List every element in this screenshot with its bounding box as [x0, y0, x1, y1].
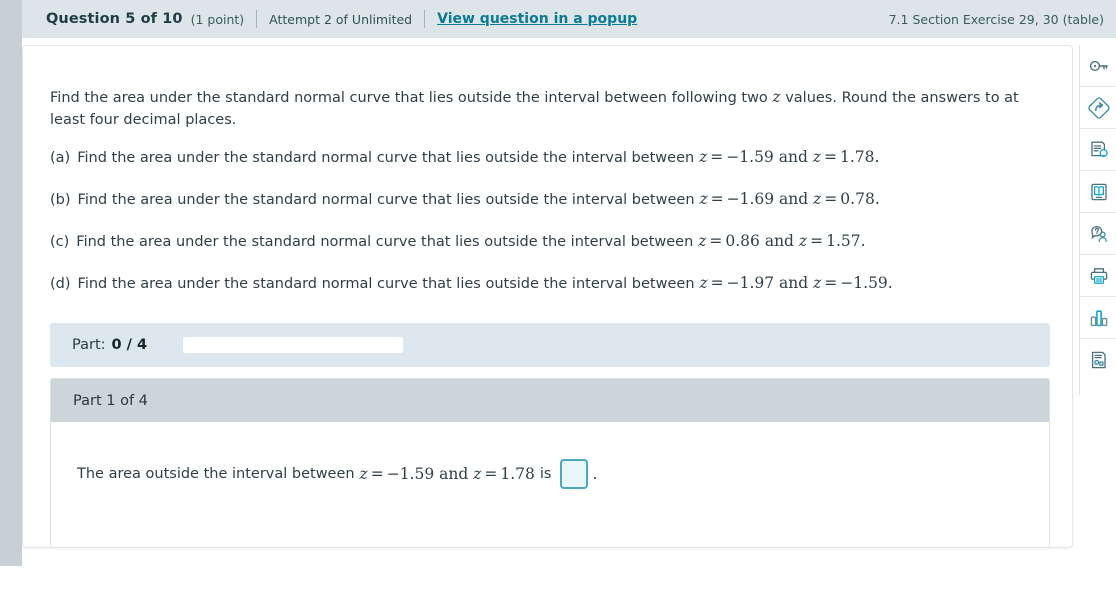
- ebook-tool-button[interactable]: [1080, 171, 1116, 213]
- part-progress-count: 0 / 4: [111, 337, 148, 353]
- answer-trailing-period: .: [592, 465, 598, 483]
- question-card: Find the area under the standard normal …: [22, 45, 1073, 548]
- subquestion-a: (a) Find the area under the standard norm…: [50, 147, 1050, 168]
- subquestion-c-label: (c): [50, 234, 70, 250]
- answer-input[interactable]: [560, 459, 589, 489]
- scratch-work-icon: [1088, 349, 1110, 371]
- print-tool-button[interactable]: [1080, 255, 1116, 297]
- header-divider-1: [256, 10, 258, 28]
- part-progress-label: Part:: [72, 337, 106, 353]
- subquestion-b-label: (b): [50, 192, 71, 208]
- statistics-chart-icon: [1088, 307, 1110, 329]
- answer-line: The area outside the interval between z =…: [77, 459, 1049, 489]
- exercise-reference: 7.1 Section Exercise 29, 30 (table): [888, 11, 1104, 27]
- part-progress-bar: [183, 337, 404, 353]
- attempt-status: Attempt 2 of Unlimited: [269, 11, 413, 27]
- view-question-in-popup-link[interactable]: View question in a popup: [437, 11, 637, 27]
- part-panel: Part 1 of 4 The area outside the interva…: [50, 378, 1050, 548]
- key-icon: [1088, 55, 1110, 77]
- subquestion-c-text: Find the area under the standard normal …: [76, 234, 694, 250]
- hint-document-icon: [1088, 139, 1110, 161]
- tool-sidebar: [1079, 45, 1116, 395]
- statistics-tool-button[interactable]: [1080, 297, 1116, 339]
- question-points: (1 point): [190, 11, 245, 27]
- subquestion-d-text: Find the area under the standard normal …: [77, 276, 695, 292]
- left-gutter-rail: [0, 0, 22, 566]
- answer-key-tool-button[interactable]: [1080, 45, 1116, 87]
- ask-instructor-icon: [1088, 223, 1110, 245]
- prompt-text-before: Find the area under the standard normal …: [50, 90, 773, 106]
- print-icon: [1088, 265, 1110, 287]
- prompt-z-symbol: z: [772, 88, 781, 106]
- scratch-work-tool-button[interactable]: [1080, 339, 1116, 381]
- ebook-icon: [1088, 181, 1110, 203]
- ask-instructor-tool-button[interactable]: [1080, 213, 1116, 255]
- subquestion-c-math: z = 0.86 and z = 1.57.: [698, 232, 866, 250]
- part-progress-strip: Part: 0 / 4: [50, 323, 1050, 367]
- answer-math-expression: z = −1.59 and z = 1.78: [359, 465, 535, 483]
- subquestion-b: (b) Find the area under the standard norm…: [50, 189, 1050, 210]
- subquestion-a-text: Find the area under the standard normal …: [77, 150, 695, 166]
- subquestion-a-math: z = −1.59 and z = 1.78.: [699, 148, 880, 166]
- subquestion-d-label: (d): [50, 276, 71, 292]
- submit-answer-tool-button[interactable]: [1080, 87, 1116, 129]
- subquestion-b-text: Find the area under the standard normal …: [77, 192, 695, 208]
- header-divider-2: [424, 10, 426, 28]
- subquestion-d: (d) Find the area under the standard norm…: [50, 273, 1050, 294]
- subquestion-c: (c) Find the area under the standard norm…: [50, 231, 1050, 252]
- question-title: Question 5 of 10: [46, 11, 183, 27]
- answer-z1: −1.59: [386, 465, 435, 483]
- submit-arrow-icon: [1087, 96, 1110, 119]
- part-panel-heading: Part 1 of 4: [51, 379, 1049, 422]
- subquestion-b-math: z = −1.69 and z = 0.78.: [699, 190, 880, 208]
- subquestion-d-math: z = −1.97 and z = −1.59.: [699, 274, 893, 292]
- question-header-bar: Question 5 of 10 (1 point) Attempt 2 of …: [22, 0, 1116, 38]
- question-prompt: Find the area under the standard normal …: [50, 86, 1055, 131]
- answer-middle-text: is: [539, 466, 552, 482]
- answer-prefix-text: The area outside the interval between: [77, 466, 355, 482]
- answer-z2: 1.78: [500, 465, 535, 483]
- hint-tool-button[interactable]: [1080, 129, 1116, 171]
- subquestion-a-label: (a): [50, 150, 71, 166]
- part-panel-body: The area outside the interval between z =…: [51, 422, 1049, 489]
